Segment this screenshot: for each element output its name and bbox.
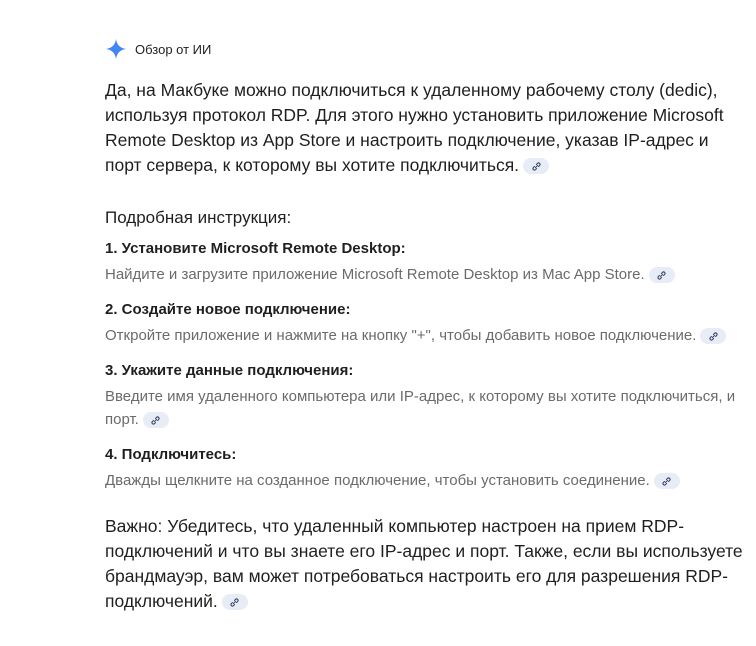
step-item: 3. Укажите данные подключения: Введите и… [105, 360, 745, 431]
source-link-icon[interactable] [700, 328, 727, 345]
intro-paragraph: Да, на Макбуке можно подключиться к удал… [105, 78, 745, 178]
step-title: 2. Создайте новое подключение: [105, 301, 351, 318]
source-link-icon[interactable] [523, 158, 550, 175]
step-text: Дважды щелкните на созданное подключение… [105, 472, 650, 489]
step-text: Введите имя удаленного компьютера или IP… [105, 388, 736, 428]
step-item: 1. Установите Microsoft Remote Desktop: … [105, 238, 745, 286]
step-description: Откройте приложение и нажмите на кнопку … [105, 324, 745, 347]
source-link-icon[interactable] [221, 594, 248, 611]
step-description: Введите имя удаленного компьютера или IP… [105, 385, 745, 431]
source-link-icon[interactable] [142, 412, 169, 429]
step-title: 1. Установите Microsoft Remote Desktop: [105, 240, 406, 257]
important-text: Важно: Убедитесь, что удаленный компьюте… [105, 516, 743, 611]
step-description: Дважды щелкните на созданное подключение… [105, 469, 745, 492]
step-title: 4. Подключитесь: [105, 446, 237, 463]
step-text: Откройте приложение и нажмите на кнопку … [105, 327, 697, 344]
important-note: Важно: Убедитесь, что удаленный компьюте… [105, 514, 745, 614]
ai-overview-content: Да, на Макбуке можно подключиться к удал… [105, 78, 745, 614]
instructions-heading: Подробная инструкция: [105, 208, 292, 227]
step-item: 2. Создайте новое подключение: Откройте … [105, 299, 745, 347]
step-item: 4. Подключитесь: Дважды щелкните на созд… [105, 444, 745, 492]
step-text: Найдите и загрузите приложение Microsoft… [105, 266, 645, 283]
ai-overview-title: Обзор от ИИ [135, 41, 212, 57]
sparkle-icon [105, 38, 127, 60]
step-title: 3. Укажите данные подключения: [105, 362, 354, 379]
intro-text: Да, на Макбуке можно подключиться к удал… [105, 80, 724, 175]
step-description: Найдите и загрузите приложение Microsoft… [105, 263, 745, 286]
ai-overview-header: Обзор от ИИ [105, 38, 211, 60]
source-link-icon[interactable] [648, 267, 675, 284]
source-link-icon[interactable] [653, 473, 680, 490]
